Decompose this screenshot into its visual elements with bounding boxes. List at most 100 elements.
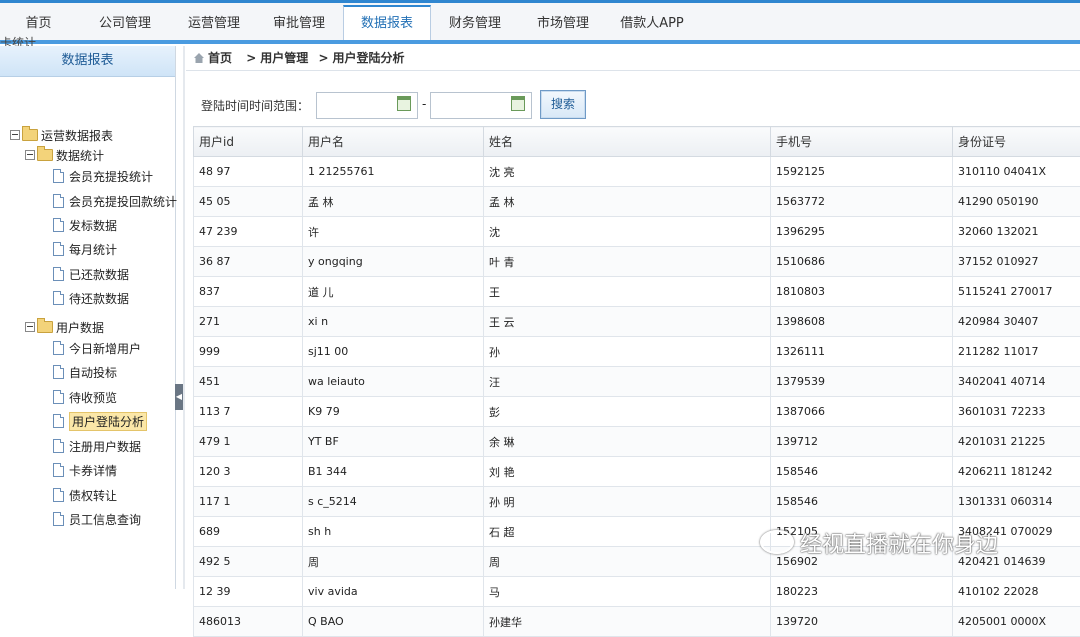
table-row[interactable]: 451wa leiauto汪 13795393402041 40714 — [194, 367, 1080, 397]
search-button[interactable]: 搜索 — [540, 90, 586, 119]
nav-underline — [0, 40, 1080, 44]
tree-item-monthly-stats[interactable]: 每月统计 — [53, 240, 117, 258]
tree-label: 运营数据报表 — [41, 127, 113, 144]
table-cell: 4201031 21225 — [953, 427, 1080, 457]
table-cell: 孙建华 — [484, 607, 771, 637]
table-cell: YT BF — [303, 427, 484, 457]
tab-approval-management[interactable]: 审批管理 — [255, 5, 343, 40]
tab-company-management[interactable]: 公司管理 — [77, 5, 173, 40]
panel-splitter[interactable] — [183, 46, 185, 589]
tree-item-new-users-today[interactable]: 今日新增用户 — [53, 339, 141, 357]
table-row[interactable]: 999sj11 00孙 1326111211282 11017 — [194, 337, 1080, 367]
tree-label: 今日新增用户 — [69, 340, 141, 357]
tree-item-user-login-analysis[interactable]: 用户登陆分析 — [53, 412, 147, 430]
table-row[interactable]: 45 05孟 林孟 林156377241290 050190 — [194, 187, 1080, 217]
tree-item-auto-bid[interactable]: 自动投标 — [53, 363, 117, 381]
table-cell: 211282 11017 — [953, 337, 1080, 367]
breadcrumb-home[interactable]: 首页 — [208, 51, 232, 65]
tree-label: 债权转让 — [69, 487, 117, 504]
table-cell: s c_5214 — [303, 487, 484, 517]
table-cell: 113 7 — [194, 397, 303, 427]
table-row[interactable]: 120 3B1 344刘 艳1585464206211 181242 — [194, 457, 1080, 487]
table-cell: 孟 林 — [484, 187, 771, 217]
table-cell: 许 — [303, 217, 484, 247]
table-cell: sj11 00 — [303, 337, 484, 367]
table-row[interactable]: 48 971 21255761沈 亮1592125310110 04041X — [194, 157, 1080, 187]
table-cell: 32060 132021 — [953, 217, 1080, 247]
tree-group-data-stats[interactable]: 数据统计 — [25, 146, 104, 164]
table-row[interactable]: 12 39viv avida马 180223410102 22028 — [194, 577, 1080, 607]
tab-home[interactable]: 首页 — [0, 5, 77, 40]
column-header-id-number[interactable]: 身份证号 — [953, 127, 1080, 157]
table-cell: wa leiauto — [303, 367, 484, 397]
table-cell: 余 琳 — [484, 427, 771, 457]
table-row[interactable]: 479 1YT BF余 琳1397124201031 21225 — [194, 427, 1080, 457]
tree-item-member-recharge-stats[interactable]: 会员充提投统计 — [53, 167, 153, 185]
tree-item-pending-repayment-data[interactable]: 待还款数据 — [53, 289, 129, 307]
collapse-toggle-icon[interactable] — [25, 322, 35, 332]
breadcrumb: 首页 >用户管理 >用户登陆分析 — [186, 46, 1080, 71]
user-login-table: 用户id 用户名 姓名 手机号 身份证号 48 971 21255761沈 亮1… — [193, 126, 1080, 637]
table-cell: 彭 — [484, 397, 771, 427]
tree-item-bid-data[interactable]: 发标数据 — [53, 216, 117, 234]
table-body: 48 971 21255761沈 亮1592125310110 04041X45… — [194, 157, 1080, 637]
column-header-user-id[interactable]: 用户id — [194, 127, 303, 157]
table-row[interactable]: 36 87y ongqing叶 青151068637152 010927 — [194, 247, 1080, 277]
table-cell: 12 39 — [194, 577, 303, 607]
tree-item-repaid-data[interactable]: 已还款数据 — [53, 265, 129, 283]
table-cell: 410102 22028 — [953, 577, 1080, 607]
table-cell: 1326111 — [771, 337, 953, 367]
table-cell: 36 87 — [194, 247, 303, 277]
calendar-icon[interactable] — [397, 96, 411, 111]
table-cell: 沈 — [484, 217, 771, 247]
tree-label: 注册用户数据 — [69, 438, 141, 455]
folder-icon — [37, 149, 53, 161]
tab-operations-management[interactable]: 运营管理 — [173, 5, 255, 40]
column-header-name[interactable]: 姓名 — [484, 127, 771, 157]
table-row[interactable]: 837道 儿王 18108035115241 270017 — [194, 277, 1080, 307]
table-cell: 1 21255761 — [303, 157, 484, 187]
tree-item-registered-user-data[interactable]: 注册用户数据 — [53, 437, 141, 455]
tab-finance-management[interactable]: 财务管理 — [431, 5, 519, 40]
table-cell: y ongqing — [303, 247, 484, 277]
table-cell: 孙 明 — [484, 487, 771, 517]
tree-root-operations-reports[interactable]: 运营数据报表 — [10, 126, 113, 144]
tree-group-user-data[interactable]: 用户数据 — [25, 318, 104, 336]
table-cell: 1510686 — [771, 247, 953, 277]
table-row[interactable]: 486013Q BAO孙建华1397204205001 0000X — [194, 607, 1080, 637]
document-icon — [53, 512, 64, 526]
tree-item-receivables-preview[interactable]: 待收预览 — [53, 388, 117, 406]
calendar-icon[interactable] — [511, 96, 525, 111]
table-cell: 37152 010927 — [953, 247, 1080, 277]
chevron-right-icon: > — [318, 51, 328, 65]
tab-borrower-app[interactable]: 借款人APP — [607, 5, 697, 40]
table-cell: 158546 — [771, 457, 953, 487]
tree-item-debt-transfer[interactable]: 债权转让 — [53, 486, 117, 504]
table-row[interactable]: 47 239许 沈 139629532060 132021 — [194, 217, 1080, 247]
tree-label: 会员充提投回款统计 — [69, 193, 177, 210]
table-cell: 420984 30407 — [953, 307, 1080, 337]
column-header-phone[interactable]: 手机号 — [771, 127, 953, 157]
column-header-username[interactable]: 用户名 — [303, 127, 484, 157]
tab-data-reports[interactable]: 数据报表 — [343, 5, 431, 41]
document-icon — [53, 218, 64, 232]
sidebar-collapse-handle[interactable]: ◀ — [175, 384, 183, 410]
tab-market-management[interactable]: 市场管理 — [519, 5, 607, 40]
table-cell: 48 97 — [194, 157, 303, 187]
main-content: 首页 >用户管理 >用户登陆分析 登陆时间时间范围： - 搜索 用户id 用户名… — [186, 46, 1080, 589]
tree-item-coupon-details[interactable]: 卡券详情 — [53, 461, 117, 479]
collapse-toggle-icon[interactable] — [25, 150, 35, 160]
breadcrumb-user-management[interactable]: 用户管理 — [260, 51, 308, 65]
table-cell: 158546 — [771, 487, 953, 517]
table-row[interactable]: 117 1s c_5214孙 明1585461301331 060314 — [194, 487, 1080, 517]
table-row[interactable]: 113 7K9 79彭 13870663601031 72233 — [194, 397, 1080, 427]
table-row[interactable]: 271xi n王 云1398608420984 30407 — [194, 307, 1080, 337]
table-cell: 1592125 — [771, 157, 953, 187]
tree-item-employee-info-query[interactable]: 员工信息查询 — [53, 510, 141, 528]
tree-item-member-repayment-stats[interactable]: 会员充提投回款统计 — [53, 192, 177, 210]
collapse-toggle-icon[interactable] — [10, 130, 20, 140]
tree-label: 发标数据 — [69, 217, 117, 234]
table-cell: 1810803 — [771, 277, 953, 307]
main-nav: 首页 公司管理 运营管理 审批管理 数据报表 财务管理 市场管理 借款人APP — [0, 5, 697, 40]
table-cell: 3402041 40714 — [953, 367, 1080, 397]
